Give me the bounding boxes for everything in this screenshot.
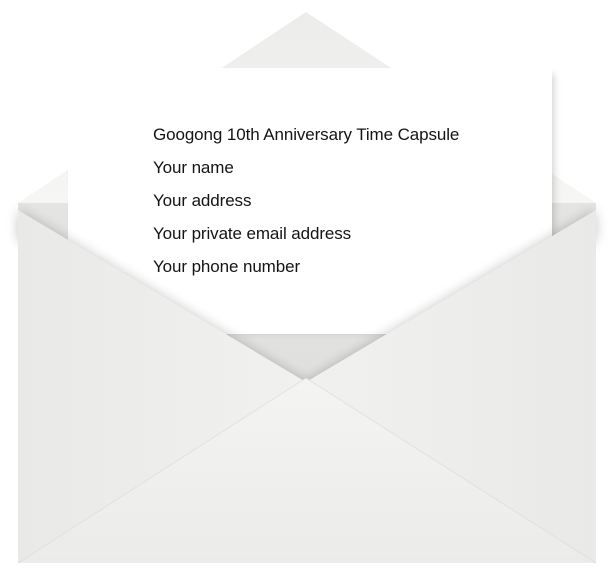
envelope-illustration xyxy=(17,12,597,564)
letter-line-name: Your name xyxy=(153,158,234,177)
letter-line-address: Your address xyxy=(153,191,252,210)
letter-title: Googong 10th Anniversary Time Capsule xyxy=(153,125,460,144)
letter-line-phone: Your phone number xyxy=(153,257,301,276)
letter-content: Googong 10th Anniversary Time Capsule Yo… xyxy=(153,118,543,283)
envelope-scene: Googong 10th Anniversary Time Capsule Yo… xyxy=(0,0,614,569)
letter-line-email: Your private email address xyxy=(153,224,352,243)
